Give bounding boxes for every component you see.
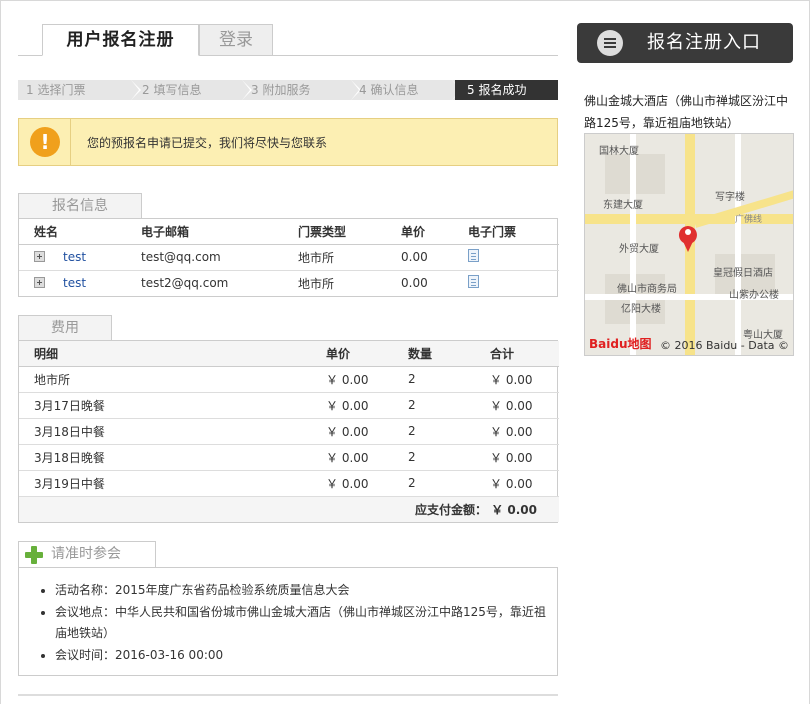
- table-row: 3月19日中餐 ￥ 0.00 2 ￥ 0.00: [19, 470, 559, 497]
- ticket-type: 地市所: [283, 244, 386, 271]
- fee-price: ￥ 0.00: [311, 470, 393, 497]
- fees-table: 明细 单价 数量 合计 地市所 ￥ 0.00 2 ￥ 0.00 3月17日晚餐 …: [18, 340, 559, 523]
- step-5-active: 5 报名成功: [455, 80, 558, 100]
- tab-login[interactable]: 登录: [199, 24, 273, 56]
- ticket-price: 0.00: [386, 244, 453, 271]
- plus-icon: [25, 546, 43, 564]
- expand-icon[interactable]: [34, 251, 45, 262]
- signup-section-title: 报名信息: [18, 193, 142, 219]
- total-value: ￥ 0.00: [491, 502, 537, 517]
- map-label: 东建大厦: [603, 200, 643, 211]
- fee-qty: 2: [393, 366, 475, 393]
- total-row: 应支付金额： ￥ 0.00: [19, 495, 559, 522]
- col-ticket-type: 门票类型: [283, 219, 386, 245]
- hotel-address: 佛山金城大酒店（佛山市禅城区汾江中路125号，靠近祖庙地铁站）: [584, 94, 789, 130]
- table-row: 3月18日中餐 ￥ 0.00 2 ￥ 0.00: [19, 418, 559, 445]
- event-info-box: 活动名称：2015年度广东省药品检验系统质量信息大会 会议地点：中华人民共和国省…: [18, 567, 558, 676]
- fee-item: 3月17日晚餐: [19, 392, 311, 419]
- fee-item: 3月18日晚餐: [19, 444, 311, 471]
- fee-price: ￥ 0.00: [311, 418, 393, 445]
- location-map[interactable]: 国林大厦 东建大厦 写字楼 外贸大厦 皇冠假日酒店 佛山市商务局 亿阳大楼 山紫…: [584, 133, 794, 356]
- step-label: 3 附加服务: [251, 83, 311, 97]
- notice-banner: ! 您的预报名申请已提交，我们将尽快与您联系: [18, 118, 558, 166]
- col-price: 单价: [386, 219, 453, 245]
- map-label: 广佛线: [735, 215, 763, 225]
- fees-section-title: 费用: [18, 315, 112, 341]
- menu-icon: [597, 30, 623, 56]
- map-label: 山紫办公楼: [729, 290, 779, 301]
- attendee-name-link[interactable]: test: [63, 250, 86, 264]
- warning-icon: !: [30, 127, 60, 157]
- event-location: 会议地点：中华人民共和国省份城市佛山金城大酒店（佛山市禅城区汾江中路125号，靠…: [55, 602, 557, 644]
- tab-bar: 用户报名注册 登录: [18, 18, 558, 56]
- map-label: 写字楼: [715, 192, 745, 203]
- col-email: 电子邮箱: [126, 219, 283, 245]
- step-label: 2 填写信息: [142, 83, 202, 97]
- fee-item: 3月18日中餐: [19, 418, 311, 445]
- signup-table: 姓名 电子邮箱 门票类型 单价 电子门票 test test@qq.com 地市…: [18, 218, 559, 297]
- map-label: 外贸大厦: [619, 244, 659, 255]
- fee-qty: 2: [393, 470, 475, 497]
- main-column: 用户报名注册 登录 1 选择门票 2 填写信息 3 附加服务 4 确认信息 5 …: [18, 18, 559, 696]
- col-name: 姓名: [19, 219, 126, 245]
- fee-qty: 2: [393, 418, 475, 445]
- fee-total: ￥ 0.00: [475, 470, 559, 497]
- step-2: 2 填写信息: [134, 80, 252, 100]
- table-header: 姓名 电子邮箱 门票类型 单价 电子门票: [19, 219, 559, 245]
- divider: [18, 694, 558, 696]
- table-row: 3月18日晚餐 ￥ 0.00 2 ￥ 0.00: [19, 444, 559, 471]
- map-credit: © 2016 Baidu - Data ©: [659, 339, 789, 352]
- table-header: 明细 单价 数量 合计: [19, 341, 559, 367]
- col-quantity: 数量: [393, 341, 475, 367]
- notice-message: 您的预报名申请已提交，我们将尽快与您联系: [87, 136, 328, 150]
- step-label: 4 确认信息: [359, 83, 419, 97]
- fee-total: ￥ 0.00: [475, 366, 559, 393]
- step-4: 4 确认信息: [351, 80, 462, 100]
- step-1: 1 选择门票: [18, 80, 141, 100]
- col-subtotal: 合计: [475, 341, 559, 367]
- ticket-price: 0.00: [401, 276, 428, 291]
- col-unit-price: 单价: [311, 341, 393, 367]
- fee-price: ￥ 0.00: [311, 366, 393, 393]
- document-icon[interactable]: [468, 249, 479, 262]
- fee-qty: 2: [393, 444, 475, 471]
- map-label: 皇冠假日酒店: [713, 268, 773, 279]
- table-row: test test2@qq.com 地市所 0.00: [19, 270, 559, 296]
- col-eticket: 电子门票: [453, 219, 559, 245]
- total-label: 应支付金额：: [415, 502, 488, 517]
- step-label: 5 报名成功: [467, 83, 527, 97]
- fee-total: ￥ 0.00: [475, 392, 559, 419]
- fee-total: ￥ 0.00: [475, 444, 559, 471]
- document-icon[interactable]: [468, 275, 479, 289]
- table-row: 地市所 ￥ 0.00 2 ￥ 0.00: [19, 366, 559, 393]
- table-row: test test@qq.com 地市所 0.00: [19, 244, 559, 271]
- fee-price: ￥ 0.00: [311, 392, 393, 419]
- event-time: 会议时间：2016-03-16 00:00: [55, 645, 557, 666]
- map-label: 佛山市商务局: [617, 284, 677, 295]
- attendee-name-link[interactable]: test: [63, 276, 86, 290]
- event-name: 活动名称：2015年度广东省药品检验系统质量信息大会: [55, 580, 557, 601]
- map-label: 国林大厦: [599, 146, 639, 157]
- attendee-email: test2@qq.com: [141, 276, 229, 291]
- fee-price: ￥ 0.00: [311, 444, 393, 471]
- col-detail: 明细: [19, 341, 311, 367]
- fee-qty: 2: [393, 392, 475, 419]
- tab-register[interactable]: 用户报名注册: [42, 24, 199, 56]
- attendee-email: test@qq.com: [126, 244, 283, 271]
- step-3: 3 附加服务: [243, 80, 361, 100]
- fee-total: ￥ 0.00: [475, 418, 559, 445]
- fee-item: 3月19日中餐: [19, 470, 311, 497]
- register-entry-button[interactable]: 报名注册入口: [577, 23, 793, 63]
- baidu-logo: Baidu地图: [589, 337, 652, 351]
- attend-section-title: 请准时参会: [18, 541, 156, 567]
- step-progress: 1 选择门票 2 填写信息 3 附加服务 4 确认信息 5 报名成功: [18, 80, 558, 100]
- map-label: 亿阳大楼: [621, 304, 661, 315]
- step-label: 1 选择门票: [26, 83, 86, 97]
- table-row: 3月17日晚餐 ￥ 0.00 2 ￥ 0.00: [19, 392, 559, 419]
- fee-item: 地市所: [19, 366, 311, 393]
- expand-icon[interactable]: [34, 277, 45, 289]
- ticket-type: 地市所: [298, 276, 335, 291]
